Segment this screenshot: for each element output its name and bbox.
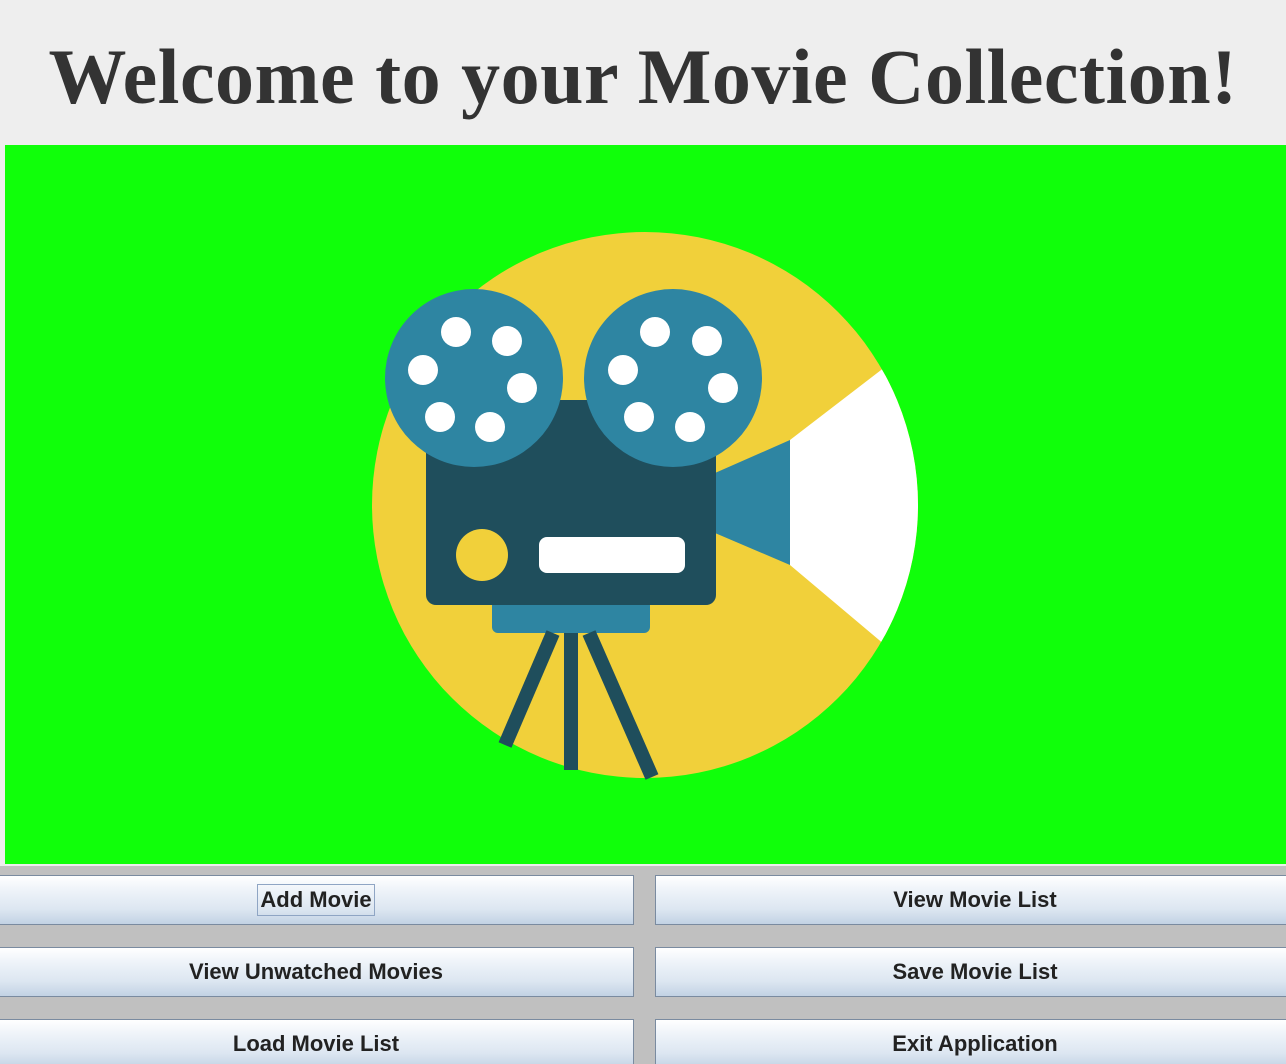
load-movie-list-label: Load Movie List xyxy=(232,1031,400,1056)
view-unwatched-movies-label: View Unwatched Movies xyxy=(189,959,443,984)
banner-image-panel xyxy=(5,145,1286,864)
view-movie-list-label: View Movie List xyxy=(893,887,1057,912)
button-panel: Add Movie View Movie List View Unwatched… xyxy=(0,866,1286,1064)
save-movie-list-button[interactable]: Save Movie List xyxy=(655,947,1286,997)
exit-application-button[interactable]: Exit Application xyxy=(655,1019,1286,1064)
save-movie-list-label: Save Movie List xyxy=(892,959,1058,984)
exit-application-label: Exit Application xyxy=(892,1031,1058,1056)
main-window: Welcome to your Movie Collection! Add Mo… xyxy=(0,0,1286,1064)
add-movie-label: Add Movie xyxy=(257,884,375,916)
page-title: Welcome to your Movie Collection! xyxy=(48,33,1238,120)
load-movie-list-button[interactable]: Load Movie List xyxy=(0,1019,634,1064)
movie-projector-icon xyxy=(372,232,918,780)
add-movie-button[interactable]: Add Movie xyxy=(0,875,634,925)
projector-knob xyxy=(456,529,508,581)
projector-slot xyxy=(539,537,685,573)
view-unwatched-movies-button[interactable]: View Unwatched Movies xyxy=(0,947,634,997)
view-movie-list-button[interactable]: View Movie List xyxy=(655,875,1286,925)
